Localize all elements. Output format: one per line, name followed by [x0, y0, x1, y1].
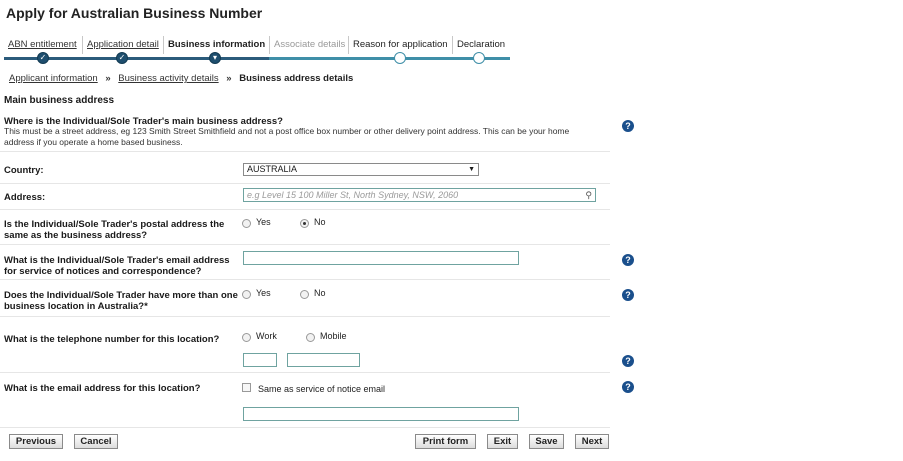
step-label: Application detail: [87, 39, 159, 50]
open-circle-icon: [394, 52, 406, 64]
divider: [0, 183, 610, 184]
more-locations-question-line2: business location in Australia?*: [4, 301, 148, 312]
check-icon: ✓: [116, 52, 128, 64]
main-address-description-line2: address if you operate a home based busi…: [4, 137, 183, 147]
country-label: Country:: [4, 165, 44, 176]
address-placeholder: e.g Level 15 100 Miller St, North Sydney…: [247, 190, 459, 200]
email-service-input[interactable]: [243, 251, 519, 265]
search-icon[interactable]: ⚲: [585, 189, 592, 201]
same-as-service-email-label[interactable]: Same as service of notice email: [258, 384, 385, 394]
divider: [0, 244, 610, 245]
postal-same-yes-label[interactable]: Yes: [256, 217, 271, 227]
help-icon[interactable]: ?: [622, 254, 634, 266]
country-select[interactable]: AUSTRALIA ▼: [243, 163, 479, 176]
step-label: Business information: [168, 39, 266, 50]
telephone-mobile-radio[interactable]: [306, 333, 315, 342]
divider: [0, 427, 610, 428]
exit-button[interactable]: Exit: [487, 434, 518, 449]
breadcrumb-applicant-information[interactable]: Applicant information: [9, 73, 98, 84]
telephone-label: What is the telephone number for this lo…: [4, 334, 220, 345]
dropdown-arrow-icon: ▼: [468, 166, 475, 173]
breadcrumb-separator: »: [226, 73, 232, 84]
divider: [0, 151, 610, 152]
email-service-question-line2: for service of notices and correspondenc…: [4, 266, 202, 277]
same-as-service-email-checkbox[interactable]: [242, 383, 251, 392]
address-label: Address:: [4, 192, 46, 203]
telephone-work-radio[interactable]: [242, 333, 251, 342]
step-label: ABN entitlement: [8, 39, 77, 50]
help-icon[interactable]: ?: [622, 120, 634, 132]
current-step-icon: ▾: [209, 52, 221, 64]
more-locations-question-line1: Does the Individual/Sole Trader have mor…: [4, 290, 238, 301]
telephone-work-label[interactable]: Work: [256, 331, 277, 341]
postal-same-question-line2: same as the business address?: [4, 230, 148, 241]
more-locations-yes-radio[interactable]: [242, 290, 251, 299]
location-email-input[interactable]: [243, 407, 519, 421]
breadcrumb: Applicant information » Business activit…: [9, 73, 353, 84]
location-email-label: What is the email address for this locat…: [4, 383, 201, 394]
breadcrumb-business-address-details: Business address details: [239, 73, 354, 84]
main-address-description-line1: This must be a street address, eg 123 Sm…: [4, 126, 570, 136]
next-button[interactable]: Next: [575, 434, 609, 449]
open-circle-icon: [473, 52, 485, 64]
postal-same-yes-radio[interactable]: [242, 219, 251, 228]
step-label: Declaration: [457, 39, 506, 50]
help-icon[interactable]: ?: [622, 381, 634, 393]
postal-same-no-radio[interactable]: [300, 219, 309, 228]
divider: [0, 316, 610, 317]
telephone-mobile-label[interactable]: Mobile: [320, 331, 347, 341]
more-locations-no-label[interactable]: No: [314, 288, 326, 298]
help-icon[interactable]: ?: [622, 289, 634, 301]
breadcrumb-separator: »: [105, 73, 111, 84]
previous-button[interactable]: Previous: [9, 434, 63, 449]
divider: [0, 209, 610, 210]
postal-same-question-line1: Is the Individual/Sole Trader's postal a…: [4, 219, 225, 230]
page-title: Apply for Australian Business Number: [6, 5, 263, 21]
save-button[interactable]: Save: [529, 434, 564, 449]
section-title: Main business address: [4, 95, 115, 106]
telephone-area-code-input[interactable]: [243, 353, 277, 367]
postal-same-no-label[interactable]: No: [314, 217, 326, 227]
help-icon[interactable]: ?: [622, 355, 634, 367]
address-search-input[interactable]: e.g Level 15 100 Miller St, North Sydney…: [243, 188, 596, 202]
more-locations-yes-label[interactable]: Yes: [256, 288, 271, 298]
check-icon: ✓: [37, 52, 49, 64]
country-value: AUSTRALIA: [247, 164, 298, 174]
breadcrumb-business-activity-details[interactable]: Business activity details: [118, 73, 218, 84]
step-label: Associate details: [274, 39, 346, 50]
telephone-number-input[interactable]: [287, 353, 360, 367]
step-label: Reason for application: [353, 39, 448, 50]
print-form-button[interactable]: Print form: [415, 434, 476, 449]
email-service-question-line1: What is the Individual/Sole Trader's ema…: [4, 255, 230, 266]
more-locations-no-radio[interactable]: [300, 290, 309, 299]
divider: [0, 279, 610, 280]
divider: [0, 372, 610, 373]
cancel-button[interactable]: Cancel: [74, 434, 118, 449]
